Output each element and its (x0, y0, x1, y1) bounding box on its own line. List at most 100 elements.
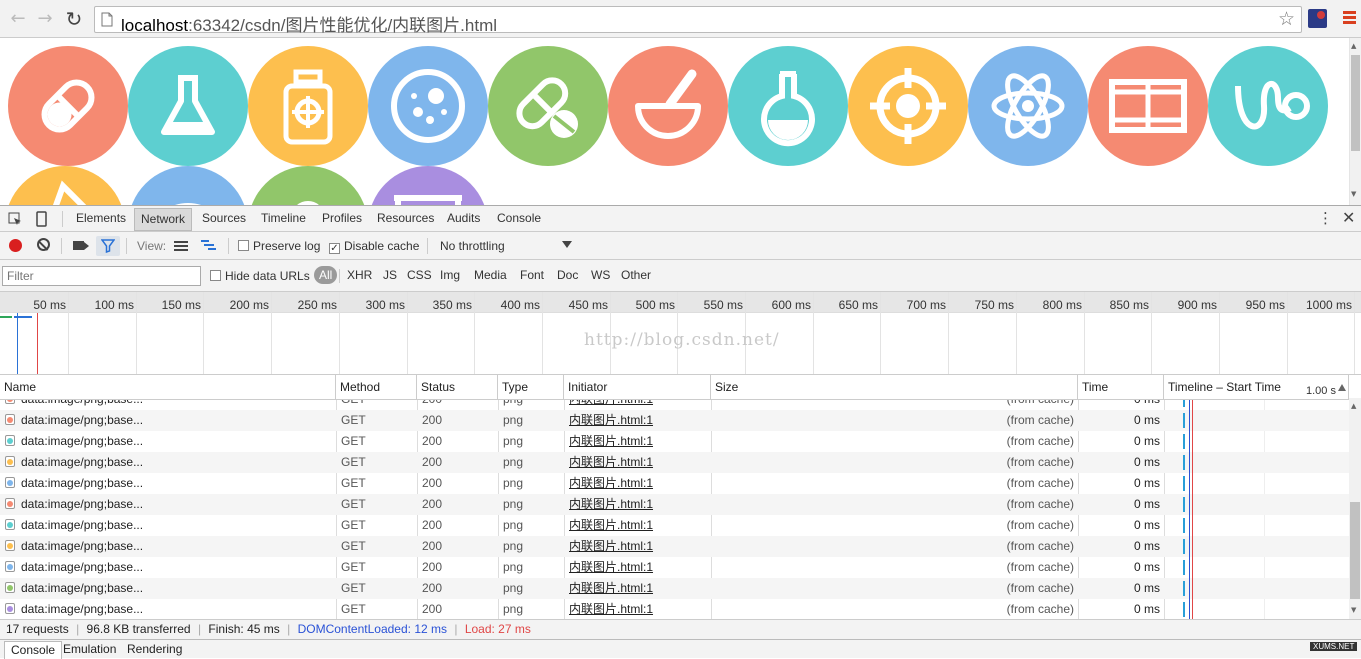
column-header-type[interactable]: Type (498, 375, 564, 400)
checkbox-unchecked[interactable] (238, 240, 249, 251)
waterfall-bar (1183, 518, 1185, 533)
overview-waterfall-icon[interactable] (201, 240, 217, 250)
cell-size: (from cache) (1006, 560, 1074, 574)
filter-type-other[interactable]: Other (621, 268, 651, 282)
tab-sources[interactable]: Sources (202, 211, 246, 225)
table-row[interactable]: data:image/png;base...GET200png内联图片.html… (0, 400, 1349, 410)
cell-size: (from cache) (1006, 602, 1074, 616)
cell-initiator[interactable]: 内联图片.html:1 (564, 400, 711, 410)
tab-profiles[interactable]: Profiles (322, 211, 362, 225)
cell-initiator[interactable]: 内联图片.html:1 (564, 473, 711, 494)
table-row[interactable]: data:image/png;base...GET200png内联图片.html… (0, 431, 1349, 452)
record-icon[interactable] (9, 239, 22, 252)
inspect-element-icon[interactable] (8, 212, 23, 227)
cell-initiator[interactable]: 内联图片.html:1 (564, 410, 711, 431)
table-row[interactable]: data:image/png;base...GET200png内联图片.html… (0, 410, 1349, 431)
waterfall-bar (1183, 560, 1185, 575)
cell-name: data:image/png;base... (0, 473, 336, 494)
forward-arrow-icon[interactable]: → (35, 8, 55, 30)
throttling-select[interactable]: No throttling (440, 239, 505, 253)
checkbox-unchecked[interactable] (210, 270, 221, 281)
capture-screenshots-icon[interactable] (73, 241, 84, 250)
cell-time: 0 ms (1133, 497, 1160, 511)
cell-name: data:image/png;base... (0, 410, 336, 431)
overview-gridline (271, 292, 272, 374)
drawer-tab-console[interactable]: Console (4, 641, 63, 659)
column-header-status[interactable]: Status (417, 375, 498, 400)
overview-gridline (1084, 292, 1085, 374)
filter-type-img[interactable]: Img (440, 268, 460, 282)
filter-input[interactable] (2, 266, 201, 286)
column-header-time[interactable]: Time (1078, 375, 1164, 400)
page-image-film-icon (1088, 46, 1208, 166)
more-options-icon[interactable]: ⋮ (1318, 209, 1333, 227)
close-devtools-icon[interactable]: ✕ (1342, 208, 1355, 227)
cell-time: 0 ms (1133, 434, 1160, 448)
extension-icon[interactable] (1308, 9, 1327, 28)
preserve-log-label: Preserve log (253, 239, 321, 253)
reload-icon[interactable]: ↻ (64, 8, 84, 30)
table-row[interactable]: data:image/png;base...GET200png内联图片.html… (0, 452, 1349, 473)
cell-initiator[interactable]: 内联图片.html:1 (564, 515, 711, 536)
column-header-method[interactable]: Method (336, 375, 417, 400)
tab-audits[interactable]: Audits (447, 211, 480, 225)
table-row[interactable]: data:image/png;base...GET200png内联图片.html… (0, 515, 1349, 536)
filter-type-font[interactable]: Font (520, 268, 544, 282)
chevron-down-icon[interactable] (562, 241, 572, 248)
filter-type-doc[interactable]: Doc (557, 268, 578, 282)
drawer-tab-emulation[interactable]: Emulation (57, 641, 122, 659)
bookmark-star-icon[interactable]: ☆ (1278, 8, 1295, 30)
cell-initiator[interactable]: 内联图片.html:1 (564, 557, 711, 578)
cell-initiator[interactable]: 内联图片.html:1 (564, 431, 711, 452)
filter-type-css[interactable]: CSS (407, 268, 432, 282)
filter-icon[interactable] (96, 236, 120, 256)
filter-type-xhr[interactable]: XHR (347, 268, 372, 282)
filter-type-all[interactable]: All (314, 266, 338, 284)
table-row[interactable]: data:image/png;base...GET200png内联图片.html… (0, 473, 1349, 494)
filter-type-ws[interactable]: WS (591, 268, 610, 282)
cell-status: 200 (422, 581, 443, 595)
tab-network[interactable]: Network (134, 208, 193, 231)
menu-icon[interactable] (1343, 11, 1356, 24)
large-rows-icon[interactable] (174, 241, 188, 251)
sort-arrow-icon[interactable] (1338, 384, 1346, 391)
column-header-size[interactable]: Size (711, 375, 1078, 400)
image-file-icon (5, 400, 15, 404)
table-row[interactable]: data:image/png;base...GET200png内联图片.html… (0, 494, 1349, 515)
tab-elements[interactable]: Elements (76, 211, 126, 225)
disable-cache-checkbox[interactable]: ✓ Disable cache (329, 239, 419, 254)
cell-initiator[interactable]: 内联图片.html:1 (564, 494, 711, 515)
clear-icon[interactable] (37, 238, 50, 251)
network-overview[interactable]: 50 ms 100 ms 150 ms 200 ms 250 ms 300 ms 350 m… (0, 292, 1361, 374)
column-header-initiator[interactable]: Initiator (564, 375, 711, 400)
overview-gridline (1016, 292, 1017, 374)
filter-type-js[interactable]: JS (383, 268, 397, 282)
cell-initiator[interactable]: 内联图片.html:1 (564, 452, 711, 473)
table-row[interactable]: data:image/png;base...GET200png内联图片.html… (0, 578, 1349, 599)
column-header-name[interactable]: Name (0, 375, 336, 400)
drawer-tab-rendering[interactable]: Rendering (121, 641, 188, 659)
table-row[interactable]: data:image/png;base...GET200png内联图片.html… (0, 557, 1349, 578)
cell-initiator[interactable]: 内联图片.html:1 (564, 599, 711, 619)
overview-gridline (542, 292, 543, 374)
hide-data-urls-checkbox[interactable]: Hide data URLs (210, 269, 310, 283)
image-file-icon (5, 519, 15, 530)
tab-timeline[interactable]: Timeline (261, 211, 306, 225)
filter-type-media[interactable]: Media (474, 268, 507, 282)
device-mode-icon[interactable] (36, 211, 47, 227)
overview-tick-label: 500 ms (635, 298, 675, 312)
throttling-value: No throttling (440, 239, 505, 253)
tab-console[interactable]: Console (497, 211, 541, 225)
cell-initiator[interactable]: 内联图片.html:1 (564, 536, 711, 557)
checkbox-checked[interactable]: ✓ (329, 243, 340, 254)
cell-status: 200 (422, 413, 443, 427)
preserve-log-checkbox[interactable]: Preserve log (238, 239, 320, 253)
table-scrollbar[interactable]: ▲ ▼ (1349, 398, 1361, 619)
address-bar[interactable]: localhost:63342/csdn/图片性能优化/内联图片.html ☆ (94, 6, 1302, 35)
page-scrollbar[interactable]: ▲ ▼ (1349, 38, 1361, 205)
table-row[interactable]: data:image/png;base...GET200png内联图片.html… (0, 536, 1349, 557)
cell-initiator[interactable]: 内联图片.html:1 (564, 578, 711, 599)
tab-resources[interactable]: Resources (377, 211, 434, 225)
back-arrow-icon[interactable]: ← (8, 8, 28, 30)
table-row[interactable]: data:image/png;base...GET200png内联图片.html… (0, 599, 1349, 619)
